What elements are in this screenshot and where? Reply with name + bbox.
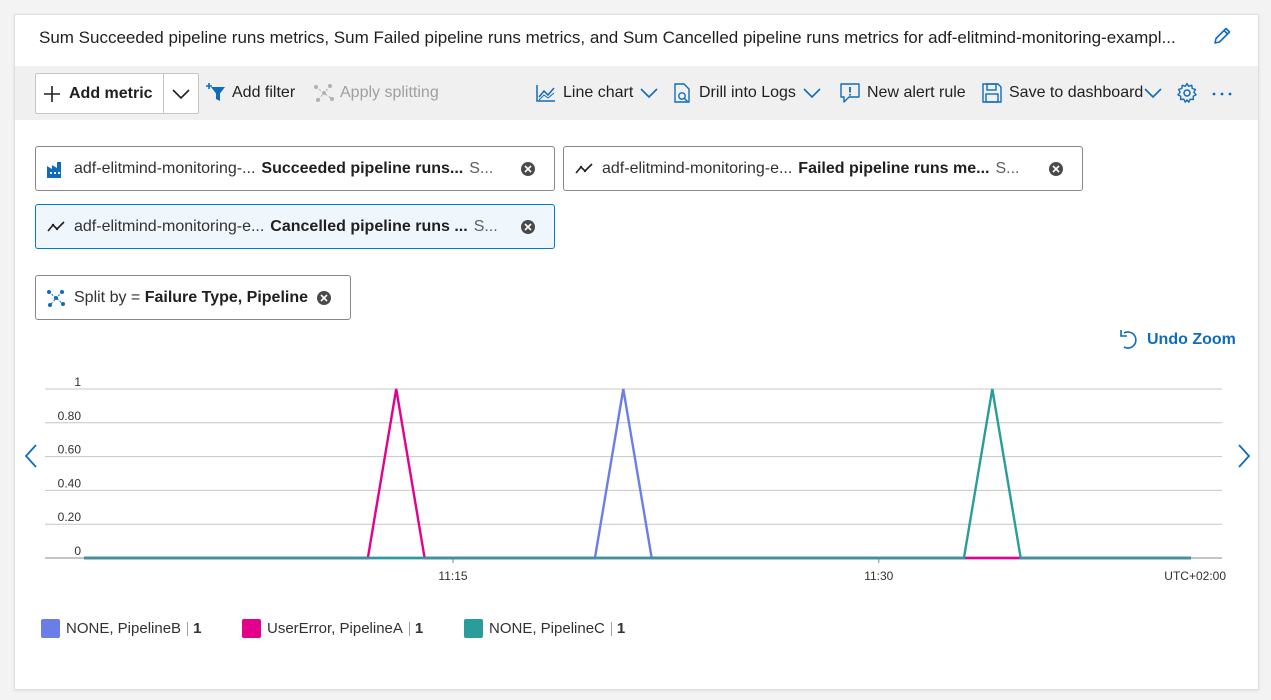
pill-resource: adf-elitmind-monitoring-e...	[602, 159, 793, 177]
chevron-down-icon	[172, 88, 190, 99]
close-icon[interactable]	[520, 161, 536, 177]
split-by-prefix: Split by =	[74, 288, 145, 306]
y-tick-label: 0	[74, 544, 81, 558]
pill-resource: adf-elitmind-monitoring-e...	[74, 217, 265, 235]
legend-separator	[610, 621, 612, 636]
new-alert-rule-button[interactable]: New alert rule	[839, 66, 966, 120]
close-icon[interactable]	[520, 219, 536, 235]
metric-line-icon	[47, 220, 65, 232]
legend-swatch	[464, 619, 483, 638]
add-metric-dropdown-button[interactable]	[164, 74, 198, 113]
gear-icon	[1177, 82, 1197, 103]
logs-icon	[674, 83, 690, 103]
pill-resource: adf-elitmind-monitoring-...	[74, 159, 256, 177]
close-icon[interactable]	[316, 290, 332, 306]
x-tick-label: 11:30	[864, 569, 893, 583]
line-chart: 0 0.20 0.40 0.60 0.80 1 11:15 11:30 UTC+02:00	[45, 375, 1226, 583]
metrics-chart-card: Sum Succeeded pipeline runs metrics, Sum…	[14, 14, 1259, 690]
add-metric-split-button: Add metric	[35, 73, 199, 114]
splitting-icon	[314, 84, 334, 102]
legend-separator	[408, 621, 410, 636]
split-by-value: Failure Type, Pipeline	[144, 288, 309, 306]
legend-item[interactable]: NONE, PipelineC 1	[464, 619, 625, 638]
undo-zoom-button[interactable]: Undo Zoom	[1119, 329, 1236, 351]
alert-icon	[840, 83, 860, 103]
ellipsis-icon	[1212, 92, 1232, 96]
x-tick-label: 11:15	[438, 569, 467, 583]
chevron-down-icon	[1144, 88, 1162, 99]
drill-into-logs-button[interactable]: Drill into Logs	[671, 66, 822, 120]
pill-metric: Cancelled pipeline runs ...	[270, 217, 468, 235]
save-to-dashboard-label: Save to dashboard	[1009, 84, 1144, 101]
legend-item[interactable]: NONE, PipelineB 1	[41, 619, 201, 638]
chart-toolbar: Add metric Add filter Apply splitting Li…	[15, 66, 1258, 120]
legend-value: 1	[193, 620, 202, 637]
legend-value: 1	[616, 620, 626, 637]
line-chart-icon	[536, 85, 555, 102]
filter-icon	[206, 83, 225, 101]
metric-pill-succeeded[interactable]: adf-elitmind-monitoring-... Succeeded pi…	[35, 146, 555, 191]
series-line	[84, 388, 1191, 560]
legend-series-name: UserError, PipelineA	[267, 620, 403, 637]
apply-splitting-button[interactable]: Apply splitting	[313, 66, 439, 120]
line-chart-button[interactable]: Line chart	[535, 66, 659, 120]
add-metric-button[interactable]: Add metric	[36, 74, 164, 113]
chevron-down-icon	[640, 88, 658, 99]
add-metric-label: Add metric	[69, 84, 153, 102]
metric-pill-failed[interactable]: adf-elitmind-monitoring-e... Failed pipe…	[563, 146, 1083, 191]
new-alert-rule-label: New alert rule	[867, 84, 966, 101]
undo-zoom-label: Undo Zoom	[1147, 331, 1236, 348]
metric-pill-cancelled[interactable]: adf-elitmind-monitoring-e... Cancelled p…	[35, 204, 555, 249]
metric-line-icon	[575, 162, 593, 174]
legend-series-name: NONE, PipelineB	[66, 620, 182, 637]
save-to-dashboard-button[interactable]: Save to dashboard	[981, 66, 1163, 120]
plus-icon	[44, 85, 60, 102]
apply-splitting-label: Apply splitting	[340, 84, 439, 101]
y-tick-label: 0.40	[58, 476, 82, 490]
pill-aggregation: S...	[473, 217, 498, 235]
timezone-label: UTC+02:00	[1164, 569, 1226, 583]
chart-title: Sum Succeeded pipeline runs metrics, Sum…	[39, 28, 1176, 47]
legend-swatch	[41, 619, 60, 638]
legend-series-name: NONE, PipelineC	[489, 620, 605, 637]
close-icon[interactable]	[1048, 161, 1064, 177]
pill-metric: Succeeded pipeline runs...	[261, 159, 464, 177]
add-filter-button[interactable]: Add filter	[205, 66, 295, 120]
legend-separator	[187, 621, 189, 636]
legend-value: 1	[414, 620, 424, 637]
save-icon	[982, 83, 1002, 103]
chevron-down-icon	[803, 88, 821, 99]
drill-into-logs-label: Drill into Logs	[699, 84, 796, 101]
line-chart-label: Line chart	[563, 84, 634, 101]
y-tick-label: 1	[74, 375, 81, 389]
pill-metric: Failed pipeline runs me...	[798, 159, 990, 177]
more-options-button[interactable]	[1211, 66, 1233, 120]
pencil-icon[interactable]	[1211, 25, 1233, 47]
legend-item[interactable]: UserError, PipelineA 1	[242, 619, 423, 638]
add-filter-label: Add filter	[232, 84, 296, 101]
splitting-icon	[47, 289, 65, 307]
y-tick-label: 0.80	[58, 409, 82, 423]
chart-settings-button[interactable]	[1176, 66, 1198, 120]
pill-aggregation: S...	[469, 159, 494, 177]
legend-swatch	[242, 619, 261, 638]
pill-aggregation: S...	[995, 159, 1020, 177]
chart-legend: NONE, PipelineB 1 UserError, PipelineA 1 NON…	[15, 619, 1258, 643]
split-by-pill[interactable]: Split by = Failure Type, Pipeline	[35, 275, 351, 320]
y-tick-label: 0.60	[58, 443, 82, 457]
data-factory-icon	[47, 161, 61, 178]
y-tick-label: 0.20	[58, 510, 82, 524]
undo-icon	[1120, 330, 1137, 349]
